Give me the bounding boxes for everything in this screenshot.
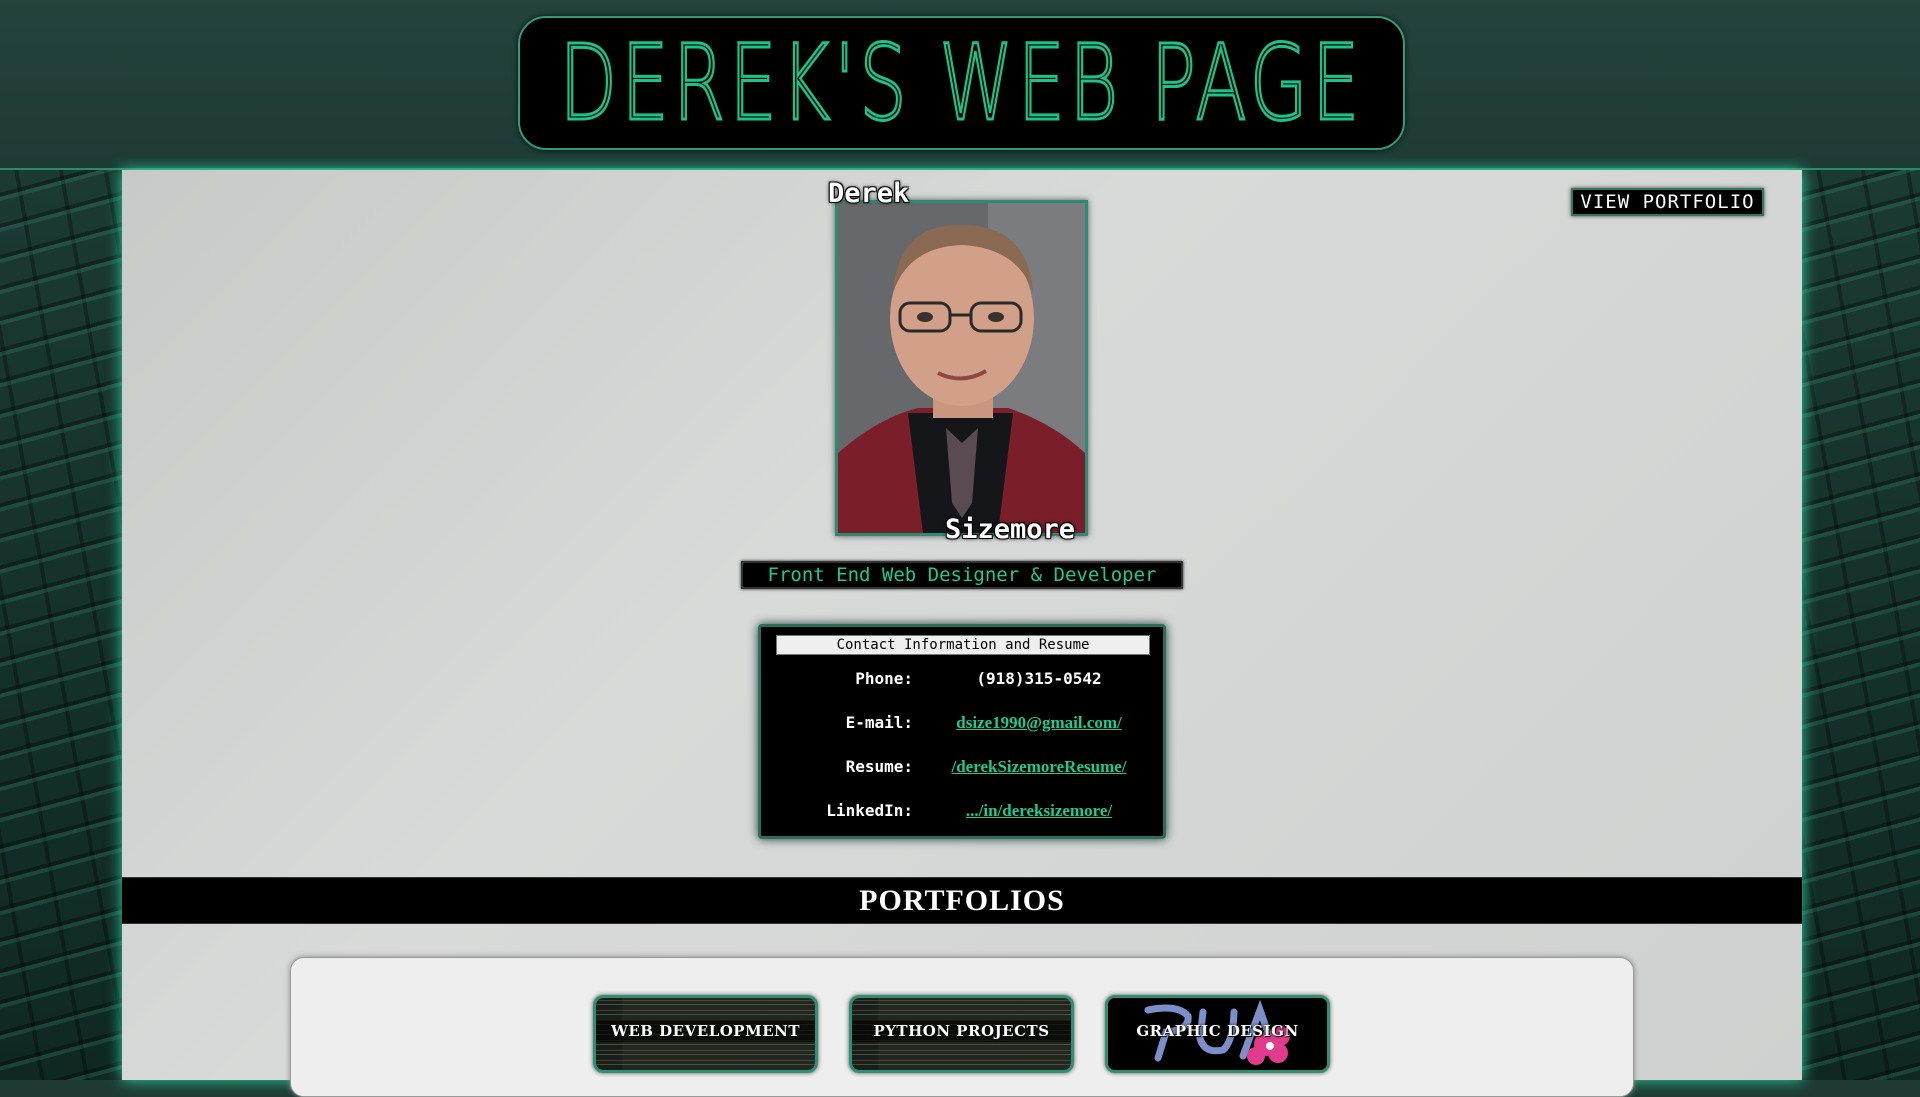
portfolios-bar: PORTFOLIOS: [122, 877, 1802, 924]
portfolio-card-label: PYTHON PROJECTS: [873, 1022, 1050, 1040]
portfolio-card-python-projects[interactable]: PYTHON PROJECTS: [849, 995, 1074, 1073]
view-portfolio-button[interactable]: VIEW PORTFOLIO: [1571, 188, 1764, 216]
contact-row-resume: Resume: /derekSizemoreResume/: [761, 757, 1163, 781]
profile-photo-image: [838, 203, 1085, 533]
portfolio-card-graphic-design[interactable]: GRAPHIC DESIGN: [1105, 995, 1330, 1073]
site-title-box: DEREK'S WEB PAGE: [518, 16, 1405, 150]
phone-label: Phone:: [855, 669, 913, 688]
portfolio-card-web-development[interactable]: WEB DEVELOPMENT: [593, 995, 818, 1073]
contact-header: Contact Information and Resume: [776, 635, 1150, 655]
portfolios-title: PORTFOLIOS: [859, 883, 1065, 917]
portfolio-card-label: GRAPHIC DESIGN: [1136, 1022, 1299, 1040]
linkedin-link[interactable]: .../in/dereksizemore/: [949, 801, 1129, 821]
first-name: Derek: [828, 178, 910, 209]
contact-row-phone: Phone: (918)315-0542: [761, 669, 1163, 693]
email-link[interactable]: dsize1990@gmail.com/: [949, 713, 1129, 733]
contact-row-email: E-mail: dsize1990@gmail.com/: [761, 713, 1163, 737]
site-title: DEREK'S WEB PAGE: [558, 22, 1364, 144]
last-name: Sizemore: [945, 514, 1076, 545]
profile-photo: [835, 200, 1088, 536]
contact-box: Contact Information and Resume Phone: (9…: [758, 624, 1166, 839]
contact-row-linkedin: LinkedIn: .../in/dereksizemore/: [761, 801, 1163, 825]
left-decoration: [0, 170, 122, 1080]
job-title-badge: Front End Web Designer & Developer: [741, 561, 1183, 589]
email-label: E-mail:: [845, 713, 913, 732]
linkedin-label: LinkedIn:: [826, 801, 913, 820]
resume-label: Resume:: [845, 757, 913, 776]
right-decoration: [1802, 170, 1920, 1080]
phone-value: (918)315-0542: [976, 669, 1102, 688]
resume-link[interactable]: /derekSizemoreResume/: [949, 757, 1129, 777]
portfolio-card-label: WEB DEVELOPMENT: [611, 1022, 800, 1040]
